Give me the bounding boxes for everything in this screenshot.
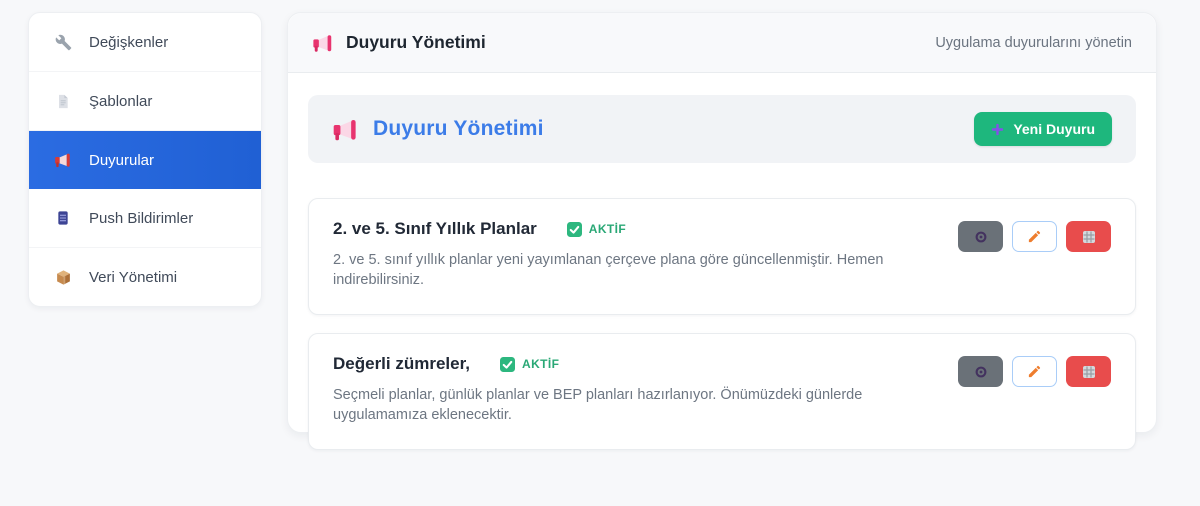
circle-icon [974, 365, 988, 379]
announcement-actions [958, 221, 1111, 252]
status-badge: AKTİF [566, 221, 627, 237]
announcement-title-row: Değerli zümreler, AKTİF [333, 354, 938, 374]
sidebar: Değişkenler Şablonlar Duyurular Push Bil… [28, 12, 262, 307]
announcement-card: Değerli zümreler, AKTİF Seçmeli planlar,… [308, 333, 1136, 451]
main-panel: Duyuru Yönetimi Uygulama duyurularını yö… [287, 12, 1157, 451]
sidebar-item-label: Şablonlar [89, 92, 153, 110]
package-icon [54, 268, 72, 286]
announcement-title-row: 2. ve 5. Sınıf Yıllık Planlar AKTİF [333, 219, 938, 239]
plus-icon [991, 123, 1004, 136]
sidebar-item-sablonlar[interactable]: Şablonlar [29, 72, 261, 131]
megaphone-icon [54, 151, 72, 169]
megaphone-icon [312, 32, 334, 54]
document-icon [54, 92, 72, 110]
pencil-icon [1027, 364, 1042, 379]
sidebar-item-degiskenler[interactable]: Değişkenler [29, 13, 261, 72]
announcement-actions [958, 356, 1111, 388]
status-badge: AKTİF [500, 356, 560, 372]
panel-content: Duyuru Yönetimi Yeni Duyuru 2. ve 5. Sın… [288, 73, 1156, 472]
announcement-content: 2. ve 5. Sınıf Yıllık Planlar AKTİF 2. v… [333, 219, 938, 290]
announcement-description: 2. ve 5. sınıf yıllık planlar yeni yayım… [333, 252, 884, 288]
toolbar: Duyuru Yönetimi Yeni Duyuru [308, 95, 1136, 163]
edit-button[interactable] [1012, 356, 1057, 388]
new-announcement-button[interactable]: Yeni Duyuru [974, 112, 1112, 146]
announcement-content: Değerli zümreler, AKTİF Seçmeli planlar,… [333, 354, 938, 425]
sidebar-item-label: Değişkenler [89, 33, 169, 51]
pencil-icon [1027, 229, 1042, 244]
toggle-active-button[interactable] [958, 356, 1003, 388]
page-subtitle: Uygulama duyurularını yönetin [935, 34, 1132, 51]
sidebar-item-label: Veri Yönetimi [89, 268, 178, 286]
wrench-icon [54, 33, 72, 51]
announcement-title: 2. ve 5. Sınıf Yıllık Planlar [333, 219, 537, 238]
trash-icon [1082, 230, 1096, 244]
delete-button[interactable] [1066, 356, 1111, 388]
announcement-card: 2. ve 5. Sınıf Yıllık Planlar AKTİF 2. v… [308, 198, 1136, 316]
check-icon [500, 356, 516, 372]
toggle-active-button[interactable] [958, 221, 1003, 252]
phone-icon [54, 209, 72, 227]
panel-header: Duyuru Yönetimi Uygulama duyurularını yö… [288, 13, 1156, 73]
sidebar-item-label: Duyurular [89, 151, 155, 169]
megaphone-icon [332, 116, 359, 143]
status-label: AKTİF [588, 222, 627, 236]
announcement-description: Seçmeli planlar, günlük planlar ve BEP p… [333, 387, 863, 423]
new-announcement-label: Yeni Duyuru [1013, 121, 1095, 137]
announcement-title: Değerli zümreler, [333, 354, 471, 374]
panel-header-left: Duyuru Yönetimi [312, 32, 486, 54]
sidebar-item-push-bildirimler[interactable]: Push Bildirimler [29, 189, 261, 248]
sidebar-item-label: Push Bildirimler [89, 209, 194, 227]
delete-button[interactable] [1066, 221, 1111, 252]
sidebar-item-veri-yonetimi[interactable]: Veri Yönetimi [29, 248, 261, 306]
sidebar-item-duyurular[interactable]: Duyurular [29, 131, 261, 189]
toolbar-left: Duyuru Yönetimi [332, 116, 544, 143]
toolbar-title: Duyuru Yönetimi [373, 117, 544, 140]
circle-icon [974, 230, 988, 244]
status-label: AKTİF [522, 357, 560, 372]
check-icon [566, 221, 582, 237]
page-title: Duyuru Yönetimi [346, 32, 486, 52]
page: { "sidebar": { "items": [ {"label": "Değ… [0, 0, 1200, 506]
trash-icon [1082, 365, 1096, 379]
edit-button[interactable] [1012, 221, 1057, 252]
